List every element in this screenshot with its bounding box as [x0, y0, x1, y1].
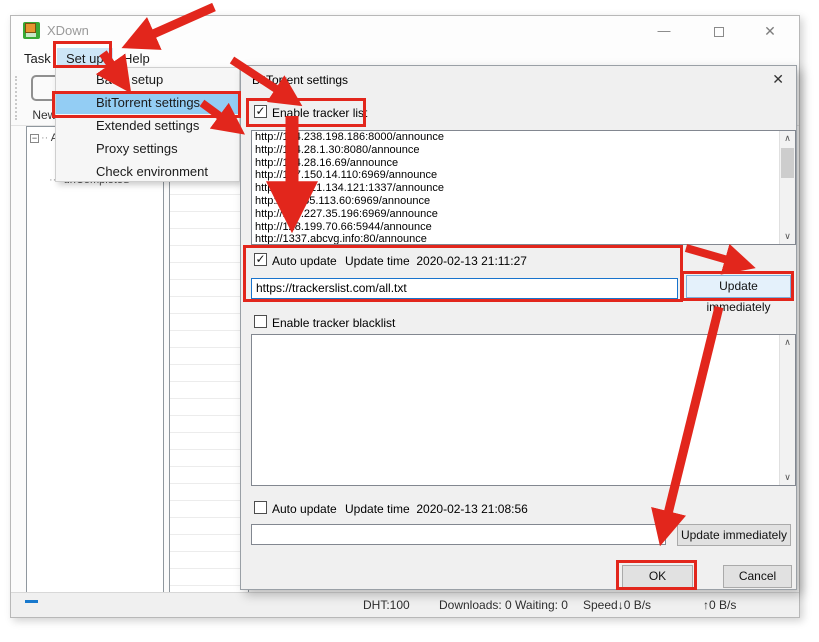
- menu-help[interactable]: Help: [114, 48, 159, 69]
- tracker-url: http://125.227.35.196:6969/announce: [252, 208, 795, 221]
- close-icon[interactable]: ✕: [755, 20, 785, 42]
- toolbar-gripper: [15, 76, 17, 120]
- bittorrent-settings-dialog: BitTorrent settings ✕ Enable tracker lis…: [240, 65, 797, 590]
- status-bar: DHT:100 Downloads: 0 Waiting: 0 Speed↓0 …: [11, 592, 799, 617]
- status-downloads: Downloads: 0 Waiting: 0: [439, 598, 568, 612]
- blacklist-auto-update-label: Auto update: [272, 502, 337, 516]
- blacklist-auto-update-checkbox[interactable]: [254, 501, 267, 514]
- maximize-glyph: [714, 27, 724, 37]
- scroll-down-icon[interactable]: ∨: [780, 470, 795, 485]
- tracker-auto-update-checkbox[interactable]: [254, 253, 267, 266]
- scrollbar-thumb[interactable]: [781, 148, 794, 178]
- scroll-up-icon[interactable]: ∧: [780, 131, 795, 146]
- setup-dropdown-menu: Basic setup BitTorrent settings Extended…: [55, 67, 240, 182]
- tracker-url: http://104.28.1.30:8080/announce: [252, 144, 795, 157]
- tracker-update-time-value: 2020-02-13 21:11:27: [416, 254, 527, 268]
- screenshot-stage: XDown — ✕ Task Set up Help New... −·· Al…: [0, 0, 819, 642]
- menu-task[interactable]: Task: [15, 48, 60, 69]
- tracker-url: http://114.55.113.60:6969/announce: [252, 195, 795, 208]
- blacklist-textarea[interactable]: ∧ ∨: [251, 334, 796, 486]
- status-dht: DHT:100: [363, 598, 410, 612]
- tracker-url: http://109.121.134.121:1337/announce: [252, 182, 795, 195]
- blacklist-update-time-label: Update time: [345, 502, 410, 516]
- tracker-update-time: Update time 2020-02-13 21:11:27: [345, 254, 527, 268]
- scroll-up-icon[interactable]: ∧: [780, 335, 795, 350]
- menu-item-bittorrent-settings[interactable]: BitTorrent settings: [56, 91, 239, 114]
- tracker-url-list[interactable]: http://104.238.198.186:8000/announce htt…: [251, 130, 796, 245]
- enable-tracker-list-checkbox[interactable]: [254, 105, 267, 118]
- cancel-button[interactable]: Cancel: [723, 565, 792, 588]
- category-tree-panel: −·· All ····unCompleted: [26, 126, 164, 594]
- tracker-url: http://104.238.198.186:8000/announce: [252, 131, 795, 144]
- enable-tracker-blacklist-label: Enable tracker blacklist: [272, 316, 395, 330]
- tracker-url: http://104.28.16.69/announce: [252, 157, 795, 170]
- minimize-icon[interactable]: —: [649, 20, 679, 42]
- menu-item-proxy-settings[interactable]: Proxy settings: [56, 137, 239, 160]
- status-speed-up: ↑0 B/s: [703, 598, 736, 612]
- blacklist-update-time: Update time 2020-02-13 21:08:56: [345, 502, 528, 516]
- tracker-url: http://128.199.70.66:5944/announce: [252, 221, 795, 234]
- tracker-update-time-label: Update time: [345, 254, 410, 268]
- scroll-down-icon[interactable]: ∨: [780, 229, 795, 244]
- tracker-update-immediately-button[interactable]: Update immediately: [686, 275, 791, 298]
- dialog-close-icon[interactable]: ✕: [772, 71, 784, 88]
- status-speed-down: Speed↓0 B/s: [583, 598, 651, 612]
- maximize-icon[interactable]: [704, 20, 734, 42]
- tree-collapse-icon[interactable]: −: [30, 134, 39, 143]
- menu-item-check-environment[interactable]: Check environment: [56, 160, 239, 183]
- blacklist-source-url-input[interactable]: [251, 524, 666, 545]
- enable-tracker-blacklist-checkbox[interactable]: [254, 315, 267, 328]
- menu-item-extended-settings[interactable]: Extended settings: [56, 114, 239, 137]
- blacklist-update-time-value: 2020-02-13 21:08:56: [416, 502, 527, 516]
- tracker-url: http://1337.abcvg.info:80/announce: [252, 233, 795, 245]
- blacklist-update-immediately-button[interactable]: Update immediately: [677, 524, 791, 546]
- ok-button[interactable]: OK: [622, 565, 693, 588]
- app-icon: [23, 22, 40, 39]
- menu-set-up[interactable]: Set up: [57, 48, 113, 69]
- dialog-title: BitTorrent settings: [252, 73, 348, 87]
- tree-connector: ··: [41, 132, 48, 144]
- tracker-url: http://107.150.14.110:6969/announce: [252, 169, 795, 182]
- menu-item-basic-setup[interactable]: Basic setup: [56, 68, 239, 91]
- tracker-auto-update-label: Auto update: [272, 254, 337, 268]
- window-titlebar[interactable]: XDown — ✕: [11, 16, 799, 46]
- status-blue-dash: [25, 600, 38, 603]
- window-title: XDown: [47, 23, 89, 38]
- tracker-list-scrollbar[interactable]: ∧ ∨: [779, 131, 795, 244]
- download-list-panel[interactable]: [169, 126, 249, 594]
- tracker-source-url-input[interactable]: https://trackerslist.com/all.txt: [251, 278, 678, 299]
- enable-tracker-list-label: Enable tracker list: [272, 106, 367, 120]
- blacklist-scrollbar[interactable]: ∧ ∨: [779, 335, 795, 485]
